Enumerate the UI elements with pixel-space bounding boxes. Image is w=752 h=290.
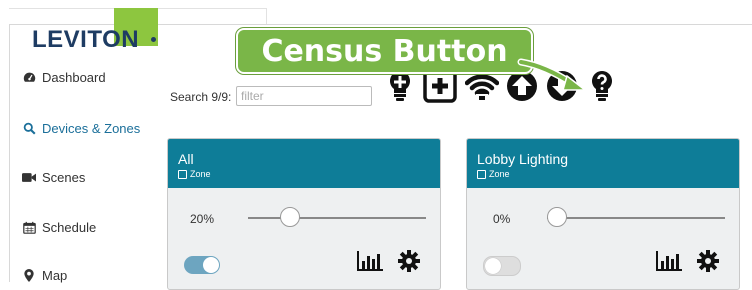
gear-icon <box>397 249 421 278</box>
search-input[interactable] <box>236 86 372 106</box>
logo-dot <box>151 37 156 42</box>
wifi-icon <box>464 71 500 106</box>
search-label: Search 9/9: <box>170 90 232 104</box>
dashboard-icon <box>22 71 36 85</box>
census-button-callout: Census Button <box>236 28 533 74</box>
power-toggle[interactable] <box>184 256 220 274</box>
sidebar-item-label: Schedule <box>42 220 97 235</box>
bar-chart-icon <box>655 250 683 277</box>
sidebar-item-label: Scenes <box>42 170 86 185</box>
level-value: 20% <box>190 212 215 226</box>
sidebar-item-dashboard[interactable]: Dashboard <box>22 70 106 85</box>
add-zone-icon <box>423 68 457 108</box>
checkbox-icon[interactable] <box>477 169 486 179</box>
zone-subtitle: Zone <box>178 169 430 179</box>
sidebar-item-schedule[interactable]: Schedule <box>22 220 96 235</box>
add-bulb-button[interactable] <box>383 70 417 106</box>
video-camera-icon <box>22 171 36 185</box>
sidebar-border <box>266 8 267 24</box>
zone-card-lobby-lighting: Lobby Lighting Zone 0% <box>466 138 740 290</box>
zone-card-all: All Zone 20% <box>167 138 441 290</box>
zone-subtitle-text: Zone <box>489 169 510 179</box>
power-toggle[interactable] <box>483 256 521 276</box>
zone-subtitle: Zone <box>477 169 729 179</box>
sidebar-item-label: Devices & Zones <box>42 121 141 136</box>
sidebar-item-scenes[interactable]: Scenes <box>22 170 85 185</box>
top-bar <box>0 0 752 24</box>
settings-button[interactable] <box>696 249 720 278</box>
checkbox-icon[interactable] <box>178 169 187 179</box>
level-value: 0% <box>493 212 511 226</box>
search-icon <box>22 122 36 136</box>
add-zone-button[interactable] <box>423 68 457 108</box>
sidebar-item-map[interactable]: Map <box>22 268 67 283</box>
add-bulb-icon <box>386 69 414 108</box>
stats-button[interactable] <box>356 250 384 277</box>
zone-title: All <box>178 151 194 167</box>
callout-arrow <box>517 58 588 91</box>
bar-chart-icon <box>356 250 384 277</box>
map-marker-icon <box>22 269 36 283</box>
sidebar-item-label: Map <box>42 268 68 283</box>
zone-subtitle-text: Zone <box>190 169 211 179</box>
settings-button[interactable] <box>397 249 421 278</box>
sidebar-item-label: Dashboard <box>42 70 106 85</box>
leviton-logo[interactable]: LEVITON <box>32 26 139 54</box>
sidebar-item-devices-zones[interactable]: Devices & Zones <box>22 121 140 136</box>
wifi-button[interactable] <box>464 70 500 106</box>
zone-title: Lobby Lighting <box>477 151 569 167</box>
zone-card-header[interactable]: Lobby Lighting Zone <box>467 139 739 188</box>
gear-icon <box>696 249 720 278</box>
level-slider-knob[interactable] <box>547 207 567 227</box>
calendar-icon <box>22 221 36 235</box>
level-slider-knob[interactable] <box>280 207 300 227</box>
level-slider-track[interactable] <box>547 217 725 219</box>
content-border <box>9 24 10 282</box>
callout-text: Census Button <box>261 33 508 69</box>
level-slider-track[interactable] <box>248 217 426 219</box>
zone-card-header[interactable]: All Zone <box>168 139 440 188</box>
stats-button[interactable] <box>655 250 683 277</box>
